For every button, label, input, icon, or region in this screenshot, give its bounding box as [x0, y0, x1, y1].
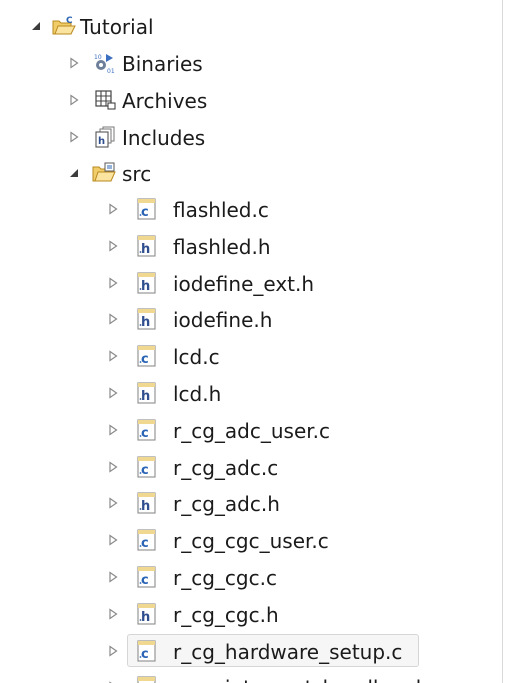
tree-item-label: flashled.h	[173, 235, 271, 259]
tree-item-file[interactable]: h r_cg_interrupt_handlers.h	[0, 669, 502, 683]
c-source-file-icon: c	[137, 345, 156, 367]
tree-item-label: r_cg_cgc_user.c	[173, 529, 329, 553]
tree-item-binaries[interactable]: 10 01 Binaries	[0, 45, 502, 82]
svg-text:C: C	[66, 16, 73, 26]
header-file-icon: h	[137, 382, 156, 404]
svg-text:h: h	[141, 610, 150, 625]
svg-text:h: h	[141, 389, 150, 404]
tree-item-includes[interactable]: h Includes	[0, 119, 502, 156]
svg-text:10: 10	[94, 54, 102, 61]
svg-text:c: c	[141, 352, 149, 367]
tree-item-label: src	[122, 162, 152, 186]
svg-text:c: c	[141, 647, 149, 662]
tree-item-label: lcd.h	[173, 382, 222, 406]
tree-item-file[interactable]: c flashled.c	[0, 191, 502, 228]
tree-item-file[interactable]: c r_cg_cgc_user.c	[0, 522, 502, 559]
collapsed-twisty-icon[interactable]	[107, 350, 119, 362]
collapsed-twisty-icon[interactable]	[107, 277, 119, 289]
tree-item-label: r_cg_interrupt_handlers.h	[173, 676, 428, 683]
collapsed-twisty-icon[interactable]	[107, 424, 119, 436]
source-folder-icon	[92, 162, 116, 182]
header-file-icon: h	[137, 603, 156, 625]
collapsed-twisty-icon[interactable]	[107, 461, 119, 473]
collapsed-twisty-icon[interactable]	[107, 571, 119, 583]
svg-text:c: c	[141, 536, 149, 551]
c-source-file-icon: c	[137, 640, 156, 662]
tree-item-label: Tutorial	[80, 15, 154, 39]
svg-text:h: h	[141, 499, 150, 514]
tree-item-label: r_cg_cgc.c	[173, 566, 277, 590]
tree-item-label: flashled.c	[173, 198, 269, 222]
collapsed-twisty-icon[interactable]	[107, 497, 119, 509]
c-source-file-icon: c	[137, 566, 156, 588]
collapsed-twisty-icon[interactable]	[107, 387, 119, 399]
tree-item-label: r_cg_hardware_setup.c	[173, 640, 403, 664]
header-file-icon: h	[137, 676, 156, 683]
header-file-icon: h	[137, 492, 156, 514]
tree-item-label: r_cg_cgc.h	[173, 603, 279, 627]
collapsed-twisty-icon[interactable]	[68, 131, 80, 143]
tree-item-file[interactable]: h r_cg_cgc.h	[0, 596, 502, 633]
tree-item-file[interactable]: c r_cg_cgc.c	[0, 559, 502, 596]
svg-text:c: c	[141, 573, 149, 588]
collapsed-twisty-icon[interactable]	[107, 203, 119, 215]
tree-item-label: Binaries	[122, 52, 203, 76]
includes-icon: h	[95, 126, 115, 148]
collapsed-twisty-icon[interactable]	[107, 240, 119, 252]
tree-item-label: r_cg_adc.h	[173, 492, 280, 516]
collapsed-twisty-icon[interactable]	[107, 645, 119, 657]
tree-item-file[interactable]: h lcd.h	[0, 375, 502, 412]
collapsed-twisty-icon[interactable]	[68, 57, 80, 69]
tree-item-file[interactable]: c lcd.c	[0, 338, 502, 375]
collapsed-twisty-icon[interactable]	[107, 313, 119, 325]
tree-item-file[interactable]: h r_cg_adc.h	[0, 485, 502, 522]
tree-item-file[interactable]: c r_cg_adc.c	[0, 449, 502, 486]
archives-icon	[95, 90, 116, 110]
svg-text:c: c	[141, 426, 149, 441]
tree-item-file[interactable]: c r_cg_adc_user.c	[0, 412, 502, 449]
svg-text:c: c	[141, 463, 149, 478]
tree-item-label: r_cg_adc.c	[173, 456, 279, 480]
header-file-icon: h	[137, 308, 156, 330]
tree-item-file[interactable]: h iodefine_ext.h	[0, 265, 502, 302]
c-source-file-icon: c	[137, 419, 156, 441]
svg-text:h: h	[141, 242, 150, 257]
svg-text:h: h	[141, 279, 150, 294]
tree-item-tutorial[interactable]: C Tutorial	[0, 8, 502, 45]
tree-item-archives[interactable]: Archives	[0, 82, 502, 119]
svg-text:h: h	[98, 136, 105, 147]
c-source-file-icon: c	[137, 529, 156, 551]
collapsed-twisty-icon[interactable]	[107, 608, 119, 620]
c-source-file-icon: c	[137, 456, 156, 478]
collapsed-twisty-icon[interactable]	[68, 94, 80, 106]
expanded-twisty-icon[interactable]	[30, 20, 42, 32]
header-file-icon: h	[137, 272, 156, 294]
tree-item-file[interactable]: h iodefine.h	[0, 301, 502, 338]
svg-text:c: c	[141, 205, 149, 220]
c-project-folder-icon: C	[52, 16, 76, 35]
collapsed-twisty-icon[interactable]	[107, 534, 119, 546]
tree-item-label: iodefine_ext.h	[173, 272, 315, 296]
tree-item-label: iodefine.h	[173, 308, 273, 332]
tree-item-label: Archives	[122, 89, 208, 113]
tree-item-file[interactable]: c r_cg_hardware_setup.c	[0, 633, 502, 670]
binaries-icon: 10 01	[94, 54, 115, 75]
header-file-icon: h	[137, 235, 156, 257]
svg-text:01: 01	[107, 68, 115, 75]
tree-item-label: Includes	[122, 126, 206, 150]
tree-item-label: r_cg_adc_user.c	[173, 419, 331, 443]
tree-item-src[interactable]: src	[0, 155, 502, 192]
project-explorer-tree: C Tutorial 10 01 Binaries Archives h Inc…	[0, 0, 503, 683]
tree-item-label: lcd.c	[173, 345, 220, 369]
tree-item-file[interactable]: h flashled.h	[0, 228, 502, 265]
svg-text:h: h	[141, 315, 150, 330]
c-source-file-icon: c	[137, 198, 156, 220]
expanded-twisty-icon[interactable]	[68, 167, 80, 179]
